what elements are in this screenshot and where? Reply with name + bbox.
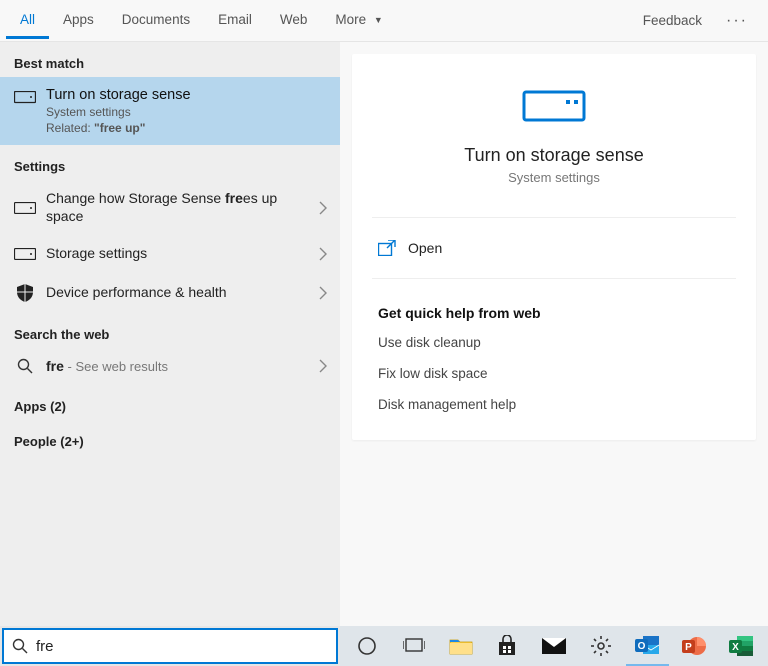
- chevron-right-icon: [318, 286, 328, 300]
- separator: [372, 278, 736, 279]
- search-window: All Apps Documents Email Web More ▼ Feed…: [0, 0, 768, 626]
- feedback-link[interactable]: Feedback: [633, 5, 712, 36]
- best-match-header: Best match: [0, 42, 340, 77]
- taskbar-task-view-button[interactable]: [393, 626, 436, 666]
- tab-email[interactable]: Email: [204, 2, 266, 39]
- search-icon: [12, 638, 28, 654]
- best-match-title: Turn on storage sense: [46, 87, 191, 103]
- taskbar-store-button[interactable]: [486, 626, 529, 666]
- tab-more-label: More: [335, 12, 366, 27]
- filter-tabs: All Apps Documents Email Web More ▼ Feed…: [0, 0, 768, 42]
- open-label: Open: [408, 240, 442, 256]
- settings-item-label: Device performance & health: [46, 284, 308, 302]
- search-icon: [14, 358, 36, 374]
- best-match-item[interactable]: Turn on storage sense System settings Re…: [0, 77, 340, 145]
- people-header[interactable]: People (2+): [0, 420, 340, 455]
- taskbar-powerpoint-button[interactable]: P: [673, 626, 716, 666]
- taskbar-outlook-button[interactable]: O: [626, 626, 669, 666]
- svg-text:X: X: [732, 642, 739, 653]
- settings-item-label: Change how Storage Sense frees up space: [46, 190, 308, 225]
- search-box[interactable]: [2, 628, 338, 664]
- settings-header: Settings: [0, 145, 340, 180]
- svg-text:P: P: [685, 642, 692, 653]
- best-match-related: Related: "free up": [46, 121, 191, 135]
- storage-sense-icon: [522, 90, 586, 122]
- separator: [372, 217, 736, 218]
- storage-icon: [14, 202, 36, 214]
- quick-help-item[interactable]: Use disk cleanup: [352, 327, 756, 358]
- quick-help-header: Get quick help from web: [352, 293, 756, 327]
- svg-text:O: O: [638, 641, 646, 652]
- preview-subtitle: System settings: [362, 170, 746, 185]
- web-result-item[interactable]: fre - See web results: [0, 348, 340, 386]
- tab-all[interactable]: All: [6, 2, 49, 39]
- tab-apps[interactable]: Apps: [49, 2, 108, 39]
- settings-item-storage-settings[interactable]: Storage settings: [0, 235, 340, 273]
- results-panel: Best match Turn on storage sense System …: [0, 42, 340, 626]
- taskbar-file-explorer-button[interactable]: [439, 626, 482, 666]
- quick-help-item[interactable]: Fix low disk space: [352, 358, 756, 389]
- tab-web[interactable]: Web: [266, 2, 322, 39]
- taskbar-cortana-button[interactable]: [346, 626, 389, 666]
- chevron-right-icon: [318, 247, 328, 261]
- more-options-button[interactable]: ···: [718, 8, 756, 34]
- search-web-header: Search the web: [0, 313, 340, 348]
- settings-item-label: Storage settings: [46, 245, 308, 263]
- apps-header[interactable]: Apps (2): [0, 385, 340, 420]
- chevron-right-icon: [318, 201, 328, 215]
- open-action[interactable]: Open: [352, 232, 756, 264]
- settings-item-device-performance[interactable]: Device performance & health: [0, 273, 340, 313]
- open-icon: [378, 240, 396, 256]
- storage-icon: [14, 248, 36, 260]
- quick-help-item[interactable]: Disk management help: [352, 389, 756, 420]
- taskbar-mail-button[interactable]: [533, 626, 576, 666]
- preview-title: Turn on storage sense: [362, 145, 746, 166]
- chevron-right-icon: [318, 359, 328, 373]
- taskbar-settings-button[interactable]: [579, 626, 622, 666]
- taskbar-excel-button[interactable]: X: [719, 626, 762, 666]
- search-input[interactable]: [36, 638, 328, 655]
- settings-item-storage-sense-space[interactable]: Change how Storage Sense frees up space: [0, 180, 340, 235]
- best-match-subtitle: System settings: [46, 105, 191, 119]
- tab-more[interactable]: More ▼: [321, 2, 396, 39]
- storage-icon: [14, 87, 36, 135]
- chevron-down-icon: ▼: [374, 15, 383, 25]
- preview-panel: Turn on storage sense System settings Op…: [340, 42, 768, 626]
- web-result-label: fre - See web results: [46, 358, 308, 376]
- tab-documents[interactable]: Documents: [108, 2, 204, 39]
- shield-icon: [14, 283, 36, 303]
- taskbar: O P X: [340, 626, 768, 666]
